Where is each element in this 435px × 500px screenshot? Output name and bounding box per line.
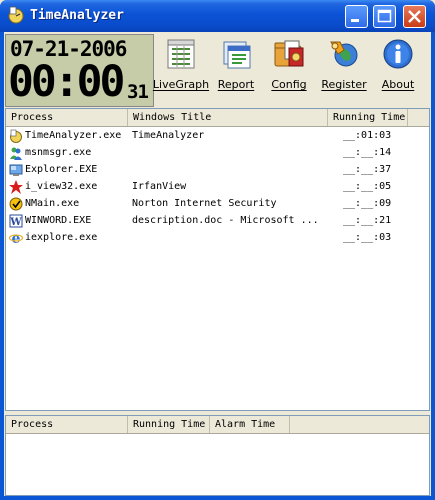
- running-time-cell: __:__:37: [343, 164, 392, 175]
- process-row[interactable]: e iexplore.exe __:__:03: [6, 229, 429, 246]
- running-time-cell: __:__:14: [343, 147, 392, 158]
- internet-explorer-icon: e: [9, 231, 23, 245]
- alarm-list-header: Process Running Time Alarm Time: [6, 416, 429, 434]
- running-time-cell: __:01:03: [343, 130, 392, 141]
- minimize-icon: [351, 19, 359, 22]
- process-row[interactable]: TimeAnalyzer.exe TimeAnalyzer __:01:03: [6, 127, 429, 144]
- msn-messenger-icon: [10, 147, 22, 160]
- column-header-running-time[interactable]: Running Time: [328, 109, 408, 126]
- config-icon: [274, 40, 304, 67]
- config-button[interactable]: Config: [262, 38, 316, 100]
- window-title-cell: IrfanView: [132, 181, 187, 192]
- alarm-list[interactable]: Process Running Time Alarm Time: [5, 415, 430, 496]
- column-header-alarm-process[interactable]: Process: [6, 416, 128, 433]
- process-name: WINWORD.EXE: [25, 215, 92, 226]
- process-name: TimeAnalyzer.exe: [25, 130, 122, 141]
- svg-text:W: W: [9, 217, 22, 228]
- column-header-windows-title[interactable]: Windows Title: [128, 109, 328, 126]
- livegraph-button[interactable]: LiveGraph: [153, 38, 209, 100]
- maximize-icon: [377, 9, 392, 23]
- process-row[interactable]: i_view32.exe IrfanView __:__:05: [6, 178, 429, 195]
- column-header-alarm-running-time[interactable]: Running Time: [128, 416, 210, 433]
- process-name: i_view32.exe: [25, 181, 98, 192]
- report-button[interactable]: Report: [209, 38, 263, 100]
- norton-icon: [9, 197, 23, 211]
- close-icon: [408, 10, 421, 23]
- process-row[interactable]: Explorer.EXE __:__:37: [6, 161, 429, 178]
- running-time-cell: __:__:03: [343, 232, 392, 243]
- minimize-button[interactable]: [345, 5, 368, 28]
- about-label: About: [381, 78, 415, 91]
- lcd-time: 00:00: [8, 57, 125, 107]
- running-time-cell: __:__:09: [343, 198, 392, 209]
- irfanview-icon: [9, 180, 23, 194]
- process-row[interactable]: msnmsgr.exe __:__:14: [6, 144, 429, 161]
- window-title: TimeAnalyzer: [30, 8, 124, 23]
- process-list[interactable]: Process Windows Title Running Time TimeA…: [5, 108, 430, 411]
- process-name: msnmsgr.exe: [25, 147, 92, 158]
- column-header-process[interactable]: Process: [6, 109, 128, 126]
- client-area: 07-21-2006 00:00 31 LiveGraph Report Con…: [4, 32, 431, 496]
- process-name: NMain.exe: [25, 198, 80, 209]
- close-button[interactable]: [403, 5, 426, 28]
- timeanalyzer-icon: [10, 129, 22, 143]
- info-icon: [383, 39, 413, 69]
- running-time-cell: __:__:05: [343, 181, 392, 192]
- process-row[interactable]: NMain.exe Norton Internet Security __:__:0…: [6, 195, 429, 212]
- window-title-cell: description.doc - Microsoft ...: [132, 215, 319, 226]
- window-title-cell: Norton Internet Security: [132, 198, 277, 209]
- process-name: iexplore.exe: [25, 232, 98, 243]
- lcd-seconds: 31: [127, 81, 149, 103]
- register-button[interactable]: Register: [317, 38, 371, 100]
- register-icon: [330, 41, 358, 67]
- window-title-cell: TimeAnalyzer: [132, 130, 205, 141]
- process-list-header: Process Windows Title Running Time: [6, 109, 429, 127]
- maximize-button[interactable]: [373, 5, 396, 28]
- title-bar[interactable]: TimeAnalyzer: [0, 0, 435, 32]
- report-icon: [223, 41, 251, 69]
- svg-text:e: e: [12, 231, 21, 245]
- app-icon: [8, 6, 24, 24]
- lcd-clock: 07-21-2006 00:00 31: [5, 34, 154, 107]
- running-time-cell: __:__:21: [343, 215, 392, 226]
- livegraph-icon: [167, 39, 195, 69]
- process-row[interactable]: W WINWORD.EXE description.doc - Microsoft …: [6, 212, 429, 229]
- explorer-icon: [9, 164, 23, 176]
- app-window: TimeAnalyzer 07-21-2006 00:00 31 LiveGra…: [0, 0, 435, 500]
- word-icon: W: [9, 214, 23, 228]
- process-name: Explorer.EXE: [25, 164, 98, 175]
- about-button[interactable]: About: [371, 38, 425, 100]
- column-header-alarm-time[interactable]: Alarm Time: [210, 416, 290, 433]
